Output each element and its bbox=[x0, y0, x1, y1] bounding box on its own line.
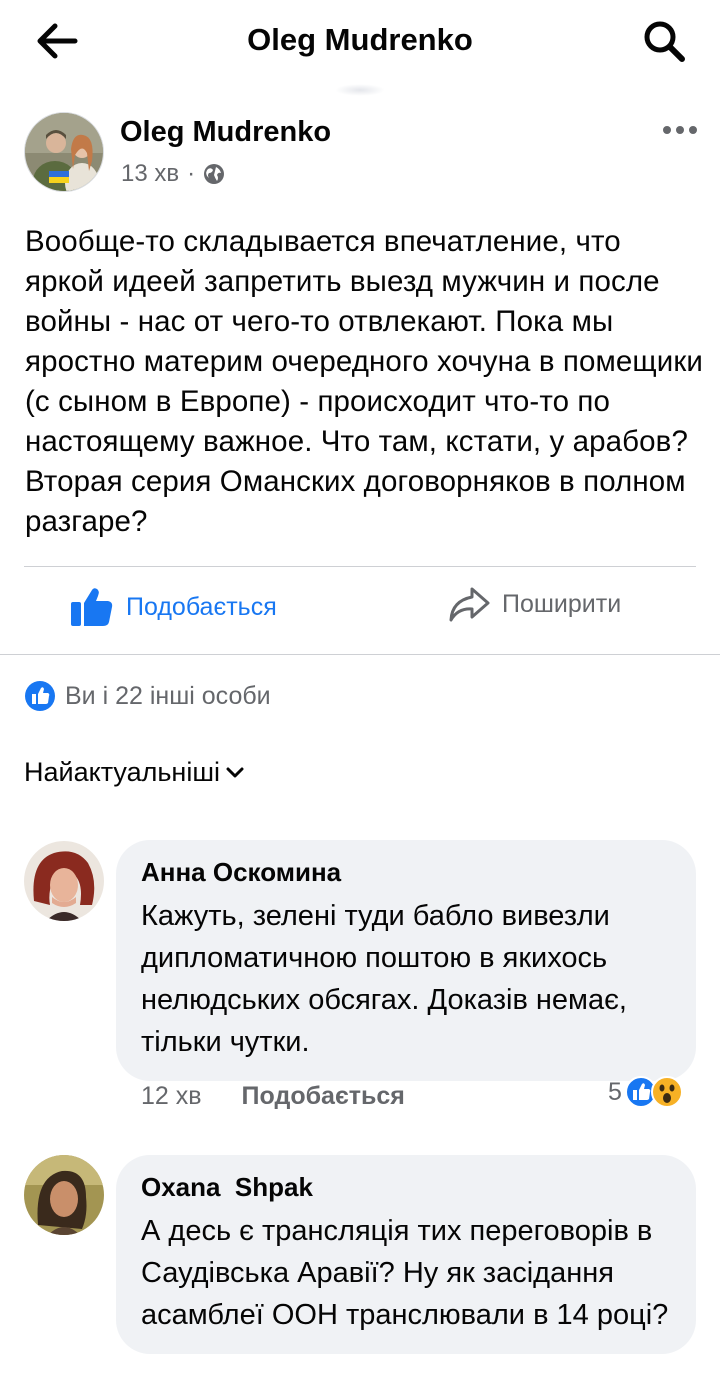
top-bar: Oleg Mudrenko bbox=[0, 0, 720, 82]
divider-shadow bbox=[335, 84, 385, 96]
comment-bubble: Анна Оскомина Кажуть, зелені туди бабло … bbox=[116, 840, 696, 1081]
comment-like-button[interactable]: Подобається bbox=[242, 1082, 405, 1111]
commenter-avatar[interactable] bbox=[24, 1155, 104, 1235]
comment-reactions[interactable]: 5 bbox=[608, 1076, 683, 1108]
comment-time[interactable]: 12 хв bbox=[141, 1082, 202, 1111]
page-title: Oleg Mudrenko bbox=[247, 22, 473, 57]
like-reaction-icon bbox=[25, 681, 55, 711]
like-button[interactable]: Подобається bbox=[70, 586, 277, 628]
post-actions: Подобається Поширити bbox=[0, 568, 720, 654]
divider bbox=[24, 566, 696, 567]
like-label: Подобається bbox=[126, 592, 277, 621]
thumbs-up-icon bbox=[71, 588, 113, 626]
wow-reaction-icon bbox=[650, 1076, 683, 1108]
author-avatar[interactable] bbox=[24, 112, 104, 192]
post-more-button[interactable] bbox=[660, 118, 700, 142]
comment-footer: 12 хв Подобається bbox=[141, 1082, 405, 1111]
avatar-photo bbox=[25, 113, 103, 191]
more-horizontal-icon bbox=[663, 126, 697, 134]
share-label: Поширити bbox=[502, 589, 622, 618]
globe-icon bbox=[204, 164, 225, 184]
post-text: Вообще-то складывается впечатление, что … bbox=[25, 225, 703, 538]
commenter-name[interactable]: Анна Оскомина bbox=[141, 855, 672, 889]
comment-text: Кажуть, зелені туди бабло вивезли диплом… bbox=[141, 900, 627, 1058]
divider bbox=[0, 654, 720, 655]
commenter-name[interactable]: Oxana Shpak bbox=[141, 1170, 672, 1204]
share-button[interactable]: Поширити bbox=[448, 586, 621, 622]
share-icon bbox=[449, 587, 490, 622]
commenter-avatar[interactable] bbox=[24, 841, 104, 921]
comment-reaction-count: 5 bbox=[608, 1077, 622, 1106]
post-header: Oleg Mudrenko 13 хв · bbox=[0, 100, 720, 200]
post-meta: 13 хв · bbox=[121, 160, 225, 188]
post-time[interactable]: 13 хв bbox=[121, 160, 179, 188]
reactions-text: Ви і 22 інші особи bbox=[65, 681, 271, 710]
avatar-photo bbox=[24, 1155, 104, 1235]
post-author-name[interactable]: Oleg Mudrenko bbox=[120, 116, 331, 149]
sort-label: Найактуальніші bbox=[24, 757, 221, 787]
search-icon bbox=[644, 21, 685, 62]
chevron-down-icon bbox=[226, 767, 244, 777]
reactions-summary[interactable]: Ви і 22 інші особи bbox=[24, 680, 271, 712]
search-button[interactable] bbox=[638, 16, 690, 66]
meta-separator: · bbox=[187, 160, 196, 187]
comment-sort-dropdown[interactable]: Найактуальніші bbox=[24, 757, 244, 788]
avatar-photo bbox=[24, 841, 104, 921]
comment-text: А десь є трансляція тих переговорів в Са… bbox=[141, 1215, 669, 1331]
comment-bubble: Oxana Shpak А десь є трансляція тих пере… bbox=[116, 1155, 696, 1354]
